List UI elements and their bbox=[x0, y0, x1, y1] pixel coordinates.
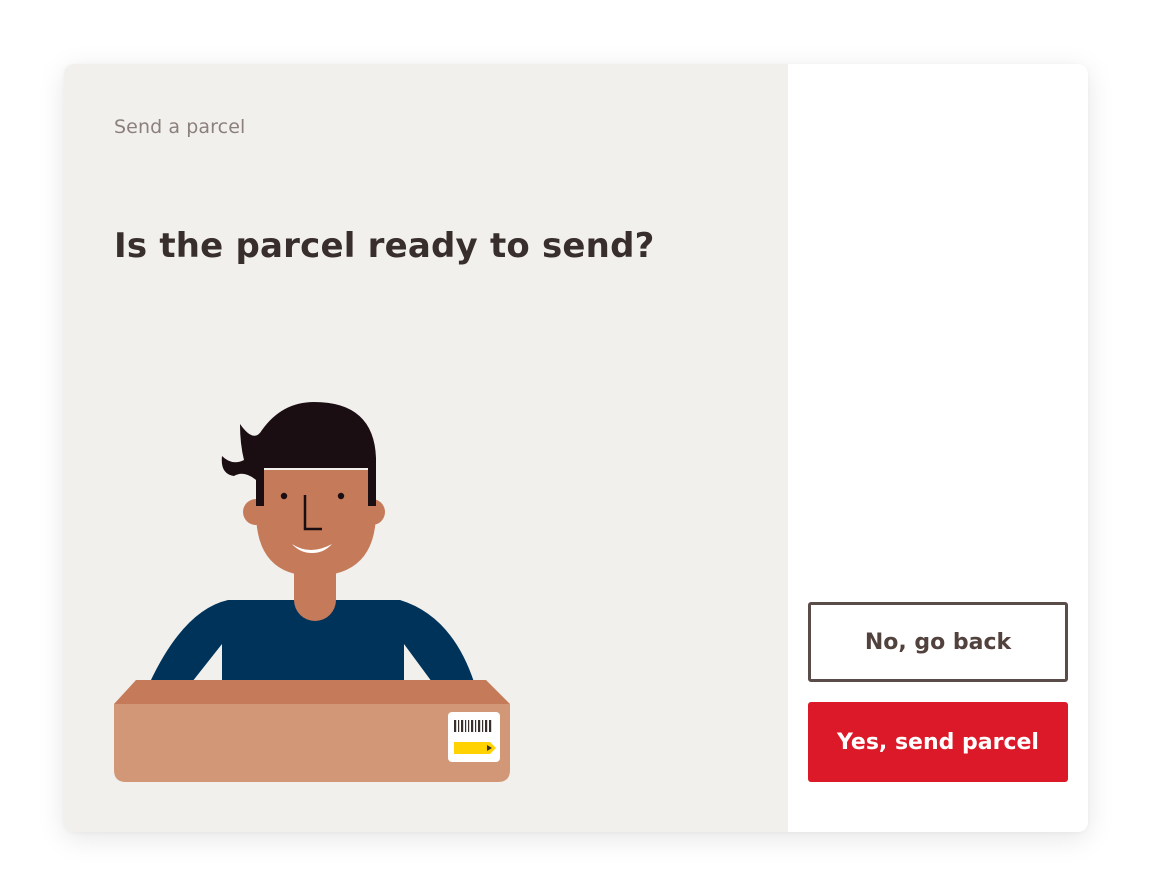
left-eye bbox=[280, 492, 288, 500]
parcel-illustration bbox=[114, 402, 510, 782]
box-lid bbox=[114, 680, 510, 704]
barcode-label-icon bbox=[448, 712, 500, 762]
page-eyebrow: Send a parcel bbox=[114, 116, 246, 138]
head-shape bbox=[256, 470, 376, 576]
actions-panel: No, go back Yes, send parcel bbox=[788, 64, 1088, 832]
content-panel: Send a parcel Is the parcel ready to sen… bbox=[64, 64, 788, 832]
page-title: Is the parcel ready to send? bbox=[114, 226, 655, 266]
dialog-card: Send a parcel Is the parcel ready to sen… bbox=[64, 64, 1088, 832]
go-back-button[interactable]: No, go back bbox=[808, 602, 1068, 682]
right-eye bbox=[337, 492, 345, 500]
send-parcel-button[interactable]: Yes, send parcel bbox=[808, 702, 1068, 782]
